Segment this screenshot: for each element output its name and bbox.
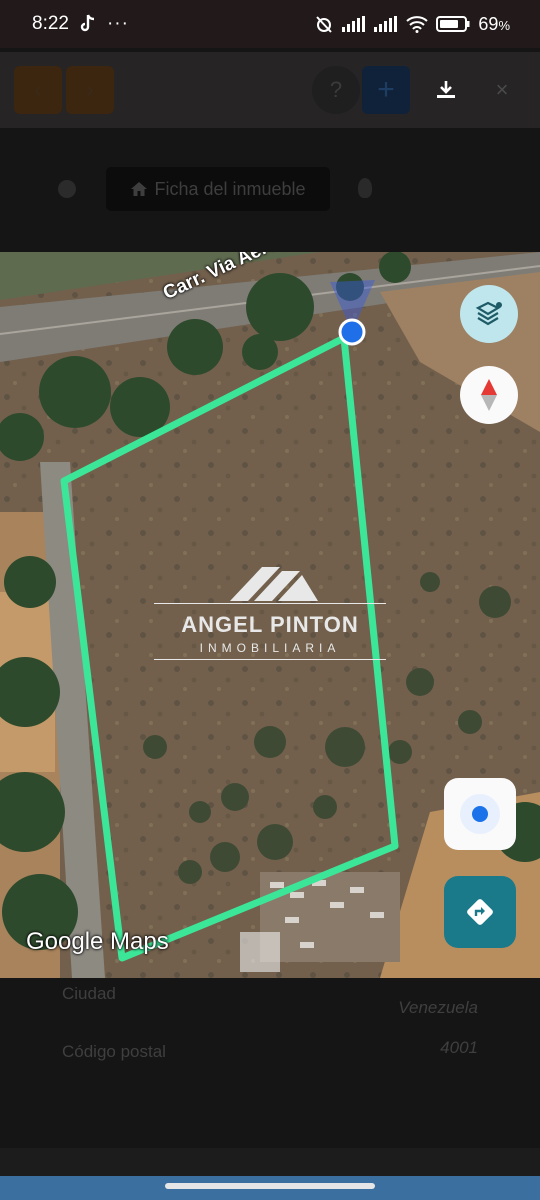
layers-button[interactable] [460,285,518,343]
directions-icon [467,899,493,925]
fire-icon [358,178,372,198]
more-icon: ··· [106,13,129,34]
detail-label: Código postal [62,1042,166,1061]
ficha-label: Ficha del inmueble [154,178,306,199]
signal-icon [374,16,398,32]
battery-icon [436,16,470,32]
plus-icon: + [377,73,395,106]
download-icon [437,81,455,98]
status-left: 8:22 ··· [32,13,129,35]
tiktok-icon [80,14,95,32]
compass-icon [481,379,497,411]
layers-icon [475,301,502,326]
ficha-row: Ficha del inmueble [0,160,540,220]
directions-button[interactable] [444,876,516,948]
close-button[interactable]: × [478,66,526,114]
compass-button[interactable] [460,366,518,424]
detail-value: 4001 [440,1038,478,1057]
prev-button[interactable]: ‹ [14,66,62,114]
alarm-off-icon [316,16,333,33]
chevron-left-icon: ‹ [34,77,42,102]
close-icon: × [495,77,509,102]
watermark-name: ANGEL PINTON [181,612,359,637]
home-icon [131,182,148,196]
chevron-right-icon: › [86,77,94,102]
download-button[interactable] [420,66,472,114]
satellite-map[interactable]: Carr. Via Aerop ANGEL PINTON INMOBILIARI… [0,252,540,978]
my-location-icon [460,794,500,834]
app-toolbar: ‹ › ? + × [0,52,540,128]
watermark-subtitle: INMOBILIARIA [199,641,341,655]
help-button[interactable]: ? [312,66,360,114]
detail-value: Venezuela [398,998,478,1017]
wifi-icon [406,16,429,33]
question-icon: ? [329,77,343,102]
navigation-bar [0,1176,540,1200]
my-location-button[interactable] [444,778,516,850]
battery-percent: 69% [478,13,510,34]
status-bar: 8:22 ··· 69% [0,0,540,48]
google-maps-attribution: Google Maps [26,928,169,955]
detail-label: Ciudad [62,984,116,1003]
ficha-inmueble-button[interactable]: Ficha del inmueble [106,167,330,211]
clock-time: 8:22 [32,13,69,34]
signal-icon [342,16,366,32]
watermark-line [154,659,386,660]
next-button[interactable]: › [66,66,114,114]
add-button[interactable]: + [362,66,410,114]
house-roof-logo [230,567,318,601]
watermark-logo: ANGEL PINTON INMOBILIARIA [150,565,390,665]
home-gesture-pill[interactable] [165,1183,375,1189]
clock-icon [58,180,76,198]
status-right: 69% [314,14,510,35]
